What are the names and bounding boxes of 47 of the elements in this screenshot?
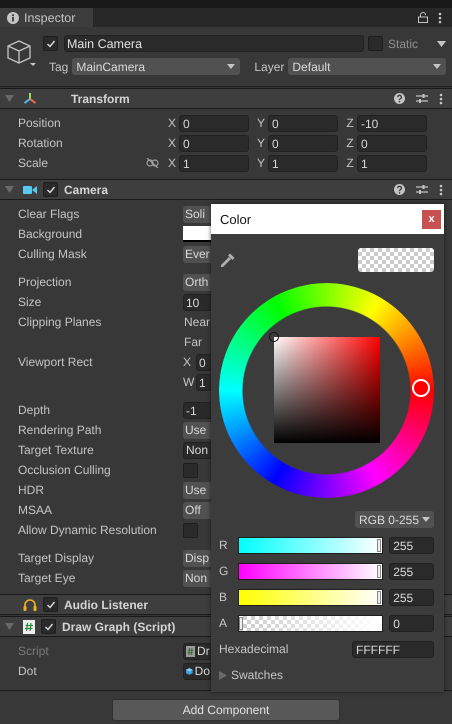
tag-label: Tag [49,60,68,74]
property-label: Culling Mask [18,247,87,261]
property-label: Allow Dynamic Resolution [18,523,157,537]
property-label: Occlusion Culling [18,463,111,477]
axis-label: X [166,116,177,130]
channel-label: B [219,590,228,604]
property-label: Clear Flags [18,207,80,221]
component-title: Draw Graph (Script) [62,620,176,634]
property-label: Projection [18,275,72,289]
axis-label: Y [256,116,266,130]
axis-label: Y [256,156,266,170]
property-label: Viewport Rect [18,355,92,369]
axis-label: Z [345,136,355,150]
sub-label: Near [184,315,210,329]
property-label: Background [18,227,82,241]
property-label: Position [18,116,61,130]
property-label: Script [18,644,49,658]
property-label: Clipping Planes [18,315,102,329]
layer-label: Layer [254,60,284,74]
property-label: Dot [18,664,37,678]
component-title: Transform [71,92,130,106]
axis-label: Z [345,116,355,130]
window-title: Color [220,212,252,226]
component-title: Audio Listener [64,598,148,612]
property-label: Target Display [18,551,94,565]
property-label: Depth [18,403,50,417]
axis-label: X [166,136,177,150]
component-title: Camera [64,182,108,196]
property-label: Rotation [18,136,63,150]
property-label: MSAA [18,503,52,517]
property-label: Rendering Path [18,423,102,437]
channel-label: A [219,616,228,630]
static-label: Static [388,36,418,50]
property-label: Target Texture [18,443,94,457]
property-label: Target Eye [18,571,76,585]
axis-label: Y [256,136,266,150]
axis-label: X [183,355,192,369]
axis-label: W [183,375,196,389]
hexadecimal-label: Hexadecimal [219,642,288,656]
property-label: Scale [18,156,48,170]
axis-label: Z [345,156,355,170]
channel-label: G [219,564,230,578]
property-label: HDR [18,483,44,497]
axis-label: X [166,156,177,170]
channel-label: R [219,538,229,552]
property-label: Size [18,295,42,309]
sub-label: Far [184,335,202,349]
